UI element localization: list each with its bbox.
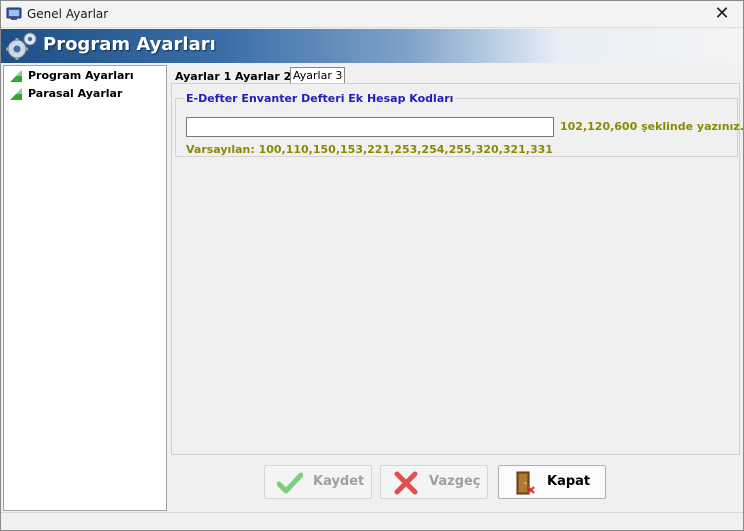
close-button[interactable]: Kapat [498,465,606,499]
close-label: Kapat [547,474,591,489]
window-title: Genel Ayarlar [27,7,109,21]
cancel-x-icon [394,471,418,495]
tree-item-program-settings[interactable]: Program Ayarları [4,68,166,84]
tab-content: E-Defter Envanter Defteri Ek Hesap Kodla… [171,83,744,455]
banner-title: Program Ayarları [43,34,216,55]
format-hint: 102,120,600 şeklinde yazınız. [560,120,744,133]
default-codes-text: Varsayılan: 100,110,150,153,221,253,254,… [186,143,553,156]
tree-item-monetary-settings[interactable]: Parasal Ayarlar [4,86,166,102]
triangle-icon [10,88,22,100]
save-label: Kaydet [313,474,365,489]
settings-panel: Ayarlar 1 Ayarlar 2 Ayarlar 3 E-Defter E… [169,65,744,457]
cancel-label: Vazgeç [429,474,481,489]
gears-icon [6,32,37,60]
group-legend: E-Defter Envanter Defteri Ek Hesap Kodla… [186,92,454,105]
account-codes-input[interactable] [186,117,554,137]
checkmark-icon [277,472,303,494]
cancel-button[interactable]: Vazgeç [380,465,488,499]
app-icon [6,7,22,20]
triangle-icon [10,70,22,82]
settings-window: Genel Ayarlar ✕ Program Ayarları Program… [0,0,744,531]
exit-door-icon [516,471,535,495]
close-icon[interactable]: ✕ [707,3,737,25]
button-bar: Kaydet Vazgeç Kapat [169,457,742,511]
status-bar [1,512,743,530]
title-bar[interactable]: Genel Ayarlar ✕ [1,1,743,28]
save-button[interactable]: Kaydet [264,465,372,499]
header-banner: Program Ayarları [1,29,743,63]
edefter-group: E-Defter Envanter Defteri Ek Hesap Kodla… [175,92,744,157]
tree-item-label: Program Ayarları [28,69,134,82]
tree-item-label: Parasal Ayarlar [28,87,123,100]
settings-tree: Program Ayarları Parasal Ayarlar [3,65,167,511]
